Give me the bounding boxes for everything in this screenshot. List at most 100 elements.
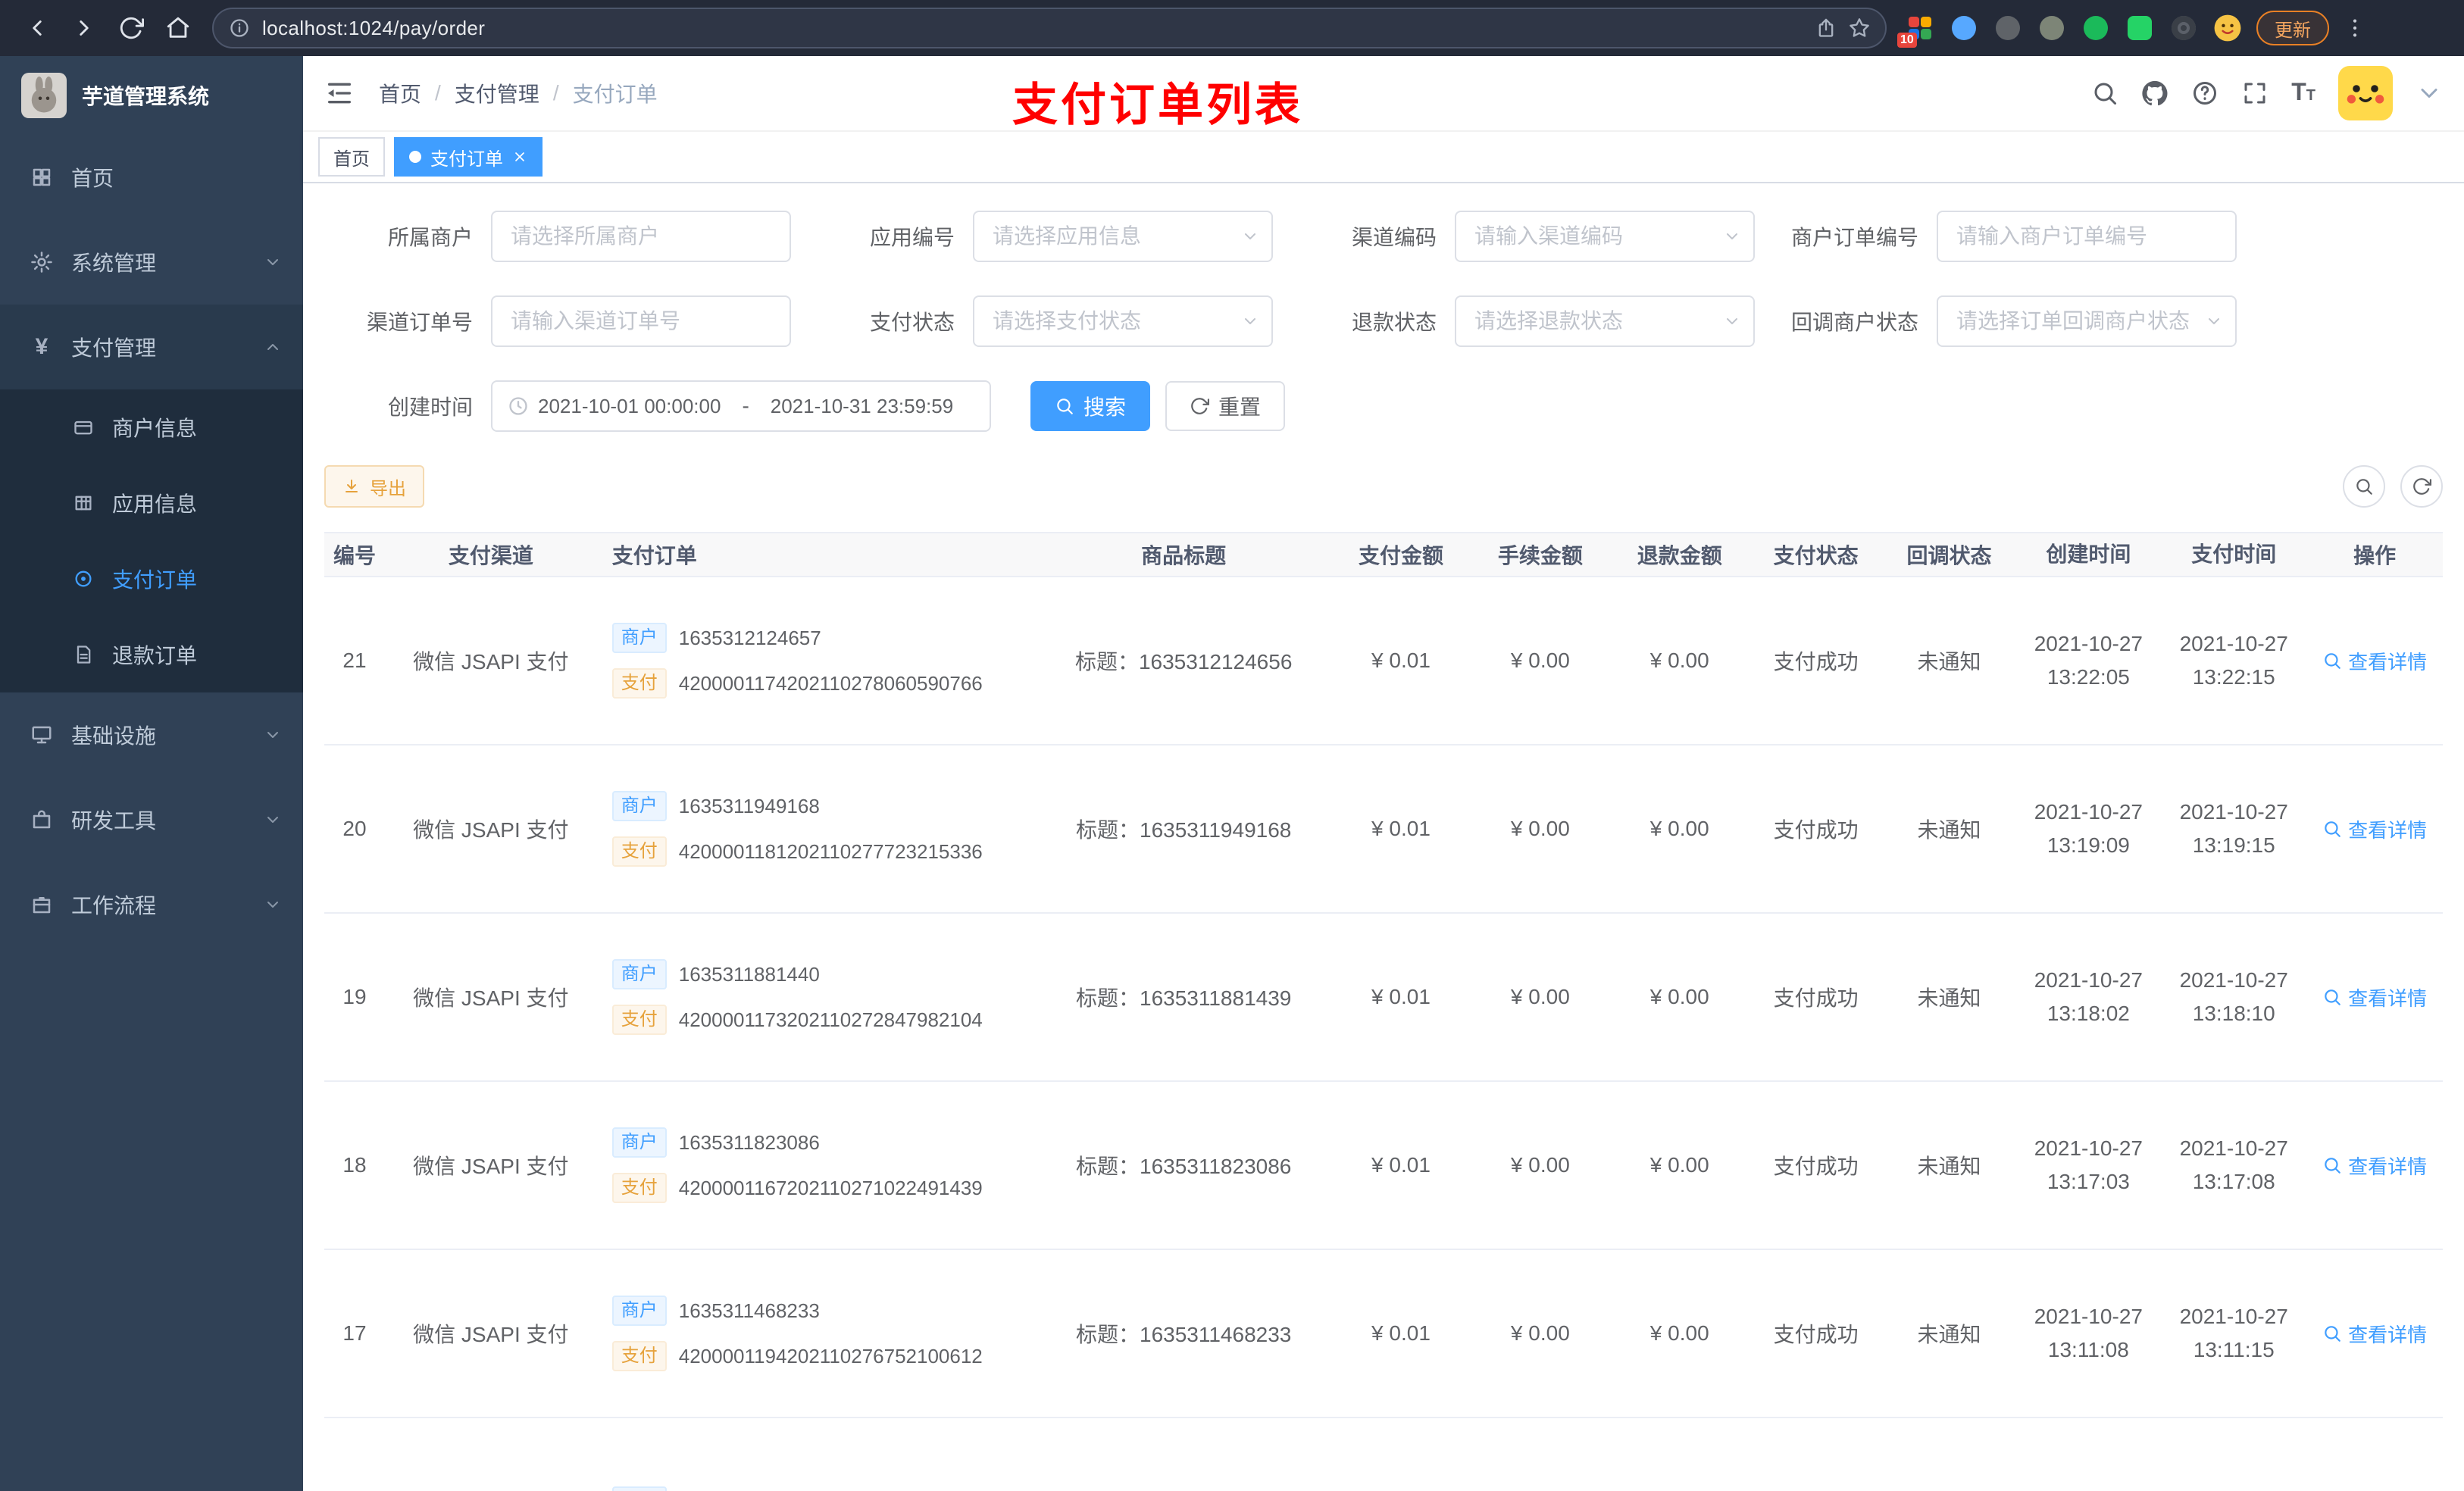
merchant-order-no: 1635311823086	[678, 1130, 820, 1154]
browser-extensions: 10 更新	[1897, 11, 2367, 48]
chevron-down-icon	[264, 896, 282, 914]
breadcrumb-home[interactable]: 首页	[379, 78, 421, 108]
extension-icon-5[interactable]	[2081, 13, 2111, 43]
app-title: 芋道管理系统	[82, 85, 210, 108]
fullscreen-icon[interactable]	[2241, 80, 2269, 107]
chevron-down-icon	[264, 726, 282, 744]
tags-view-bar: 首页 支付订单	[303, 132, 2464, 183]
sidebar-item-merchant-info[interactable]: 商户信息	[0, 389, 303, 465]
profile-avatar[interactable]	[2212, 13, 2243, 43]
refund-amount: ¥ 0.00	[1649, 649, 1709, 672]
extension-icon-2[interactable]	[1949, 13, 1979, 43]
close-icon[interactable]	[512, 149, 527, 164]
clock-icon	[508, 395, 529, 417]
col-header-title: 商品标题	[1141, 544, 1227, 567]
callback-status-select[interactable]	[1937, 295, 2237, 347]
home-icon[interactable]	[165, 15, 191, 41]
refresh-table-button[interactable]	[2400, 465, 2443, 508]
pay-tag: 支付	[611, 1341, 667, 1371]
create-time-range-picker[interactable]: 2021-10-01 00:00:00 - 2021-10-31 23:59:5…	[491, 380, 991, 432]
pay-order-cell: 商户 1635311949168 支付 4200001181202110277723…	[597, 783, 1037, 874]
sidebar-item-refund-order[interactable]: 退款订单	[0, 617, 303, 692]
view-detail-link[interactable]: 查看详情	[2322, 647, 2427, 675]
export-button[interactable]: 导出	[324, 465, 424, 508]
pay-order-cell: 商户 1635312124657 支付 4200001174202110278060…	[597, 615, 1037, 706]
field-label: 退款状态	[1351, 311, 1437, 334]
col-header-id: 编号	[333, 544, 376, 567]
merchant-order-no-input[interactable]	[1937, 211, 2237, 262]
sidebar-item-devtools[interactable]: 研发工具	[0, 777, 303, 862]
gray-circle-icon	[1996, 16, 2020, 40]
search-button[interactable]: 搜索	[1030, 381, 1151, 431]
fee-amount: ¥ 0.00	[1510, 1321, 1570, 1345]
address-bar[interactable]: localhost:1024/pay/order	[212, 8, 1887, 48]
view-detail-link[interactable]: 查看详情	[2322, 815, 2427, 843]
sidebar-item-system[interactable]: 系统管理	[0, 220, 303, 305]
url-text[interactable]: localhost:1024/pay/order	[262, 17, 1803, 40]
chevron-down-icon[interactable]	[2416, 80, 2443, 107]
extensions-puzzle-icon[interactable]	[2169, 13, 2199, 43]
user-avatar[interactable]	[2338, 66, 2393, 120]
pay-order-no: 4200001174202110278060590766	[678, 671, 983, 695]
view-detail-link[interactable]: 查看详情	[2322, 983, 2427, 1011]
reload-icon[interactable]	[118, 15, 144, 41]
monitor-icon	[30, 724, 53, 746]
page-header: 首页 / 支付管理 / 支付订单 支付订单列表 TT	[303, 56, 2464, 132]
reset-button[interactable]: 重置	[1165, 381, 1286, 431]
app-no-select[interactable]	[973, 211, 1273, 262]
sidebar-item-pay-order[interactable]: 支付订单	[0, 541, 303, 617]
extension-icon-4[interactable]	[2037, 13, 2067, 43]
pay-channel: 微信 JSAPI 支付	[413, 1323, 569, 1346]
pay-amount: ¥ 0.01	[1371, 649, 1431, 672]
toggle-search-button[interactable]	[2343, 465, 2385, 508]
date-separator: -	[742, 394, 749, 417]
font-size-icon[interactable]: TT	[2291, 80, 2315, 108]
view-detail-link[interactable]: 查看详情	[2322, 1152, 2427, 1180]
create-time: 2021-10-27 13:22:05	[2034, 632, 2143, 689]
site-info-icon[interactable]	[229, 17, 250, 39]
extension-icon-6[interactable]	[2125, 13, 2155, 43]
merchant-input[interactable]	[491, 211, 791, 262]
browser-menu-icon[interactable]	[2343, 16, 2367, 40]
refund-status-select[interactable]	[1455, 295, 1755, 347]
browser-update-button[interactable]: 更新	[2256, 11, 2329, 45]
channel-order-no-input[interactable]	[491, 295, 791, 347]
sidebar-item-payment[interactable]: ¥ 支付管理	[0, 305, 303, 389]
extension-icon-1[interactable]: 10	[1897, 13, 1935, 48]
col-header-refund: 退款金额	[1637, 544, 1722, 567]
app-logo[interactable]: 芋道管理系统	[0, 56, 303, 135]
back-icon[interactable]	[24, 15, 50, 41]
sidebar-item-app-info[interactable]: 应用信息	[0, 465, 303, 541]
search-icon[interactable]	[2091, 80, 2118, 107]
sidebar-item-infra[interactable]: 基础设施	[0, 692, 303, 777]
channel-code-select[interactable]	[1455, 211, 1755, 262]
col-header-amount: 支付金额	[1358, 544, 1443, 567]
forward-icon[interactable]	[71, 15, 97, 41]
sidebar-item-home[interactable]: 首页	[0, 135, 303, 220]
sidebar-item-workflow[interactable]: 工作流程	[0, 862, 303, 947]
tab-home[interactable]: 首页	[318, 137, 385, 177]
help-icon[interactable]	[2191, 80, 2219, 107]
extension-icon-3[interactable]	[1993, 13, 2023, 43]
page-title-annotation: 支付订单列表	[1012, 80, 1303, 130]
field-label: 渠道编码	[1351, 226, 1437, 249]
product-title: 标题：1635311949168	[1076, 818, 1292, 842]
orders-table: 编号 支付渠道 支付订单 商品标题 支付金额 手续金额 退款金额 支付状态 回调…	[324, 532, 2443, 1491]
tab-label: 首页	[333, 148, 370, 170]
pay-tag: 支付	[611, 1005, 667, 1035]
table-row: 17 微信 JSAPI 支付 商户 1635311468233 支付 4200001…	[324, 1250, 2443, 1418]
tab-pay-order[interactable]: 支付订单	[394, 137, 543, 177]
sidebar-item-label: 研发工具	[71, 809, 157, 833]
refund-amount: ¥ 0.00	[1649, 1153, 1709, 1177]
pay-status: 支付成功	[1773, 986, 1859, 1010]
sidebar-toggle-icon[interactable]	[324, 78, 355, 108]
github-icon[interactable]	[2141, 80, 2169, 107]
field-label: 创建时间	[387, 395, 473, 419]
pay-status-select[interactable]	[973, 295, 1273, 347]
bookmark-star-icon[interactable]	[1849, 17, 1870, 39]
share-icon[interactable]	[1815, 17, 1837, 39]
breadcrumb-payment[interactable]: 支付管理	[455, 78, 539, 108]
view-detail-link[interactable]: 查看详情	[2322, 1320, 2427, 1348]
notify-status: 未通知	[1917, 650, 1981, 674]
field-label: 支付状态	[869, 311, 955, 334]
